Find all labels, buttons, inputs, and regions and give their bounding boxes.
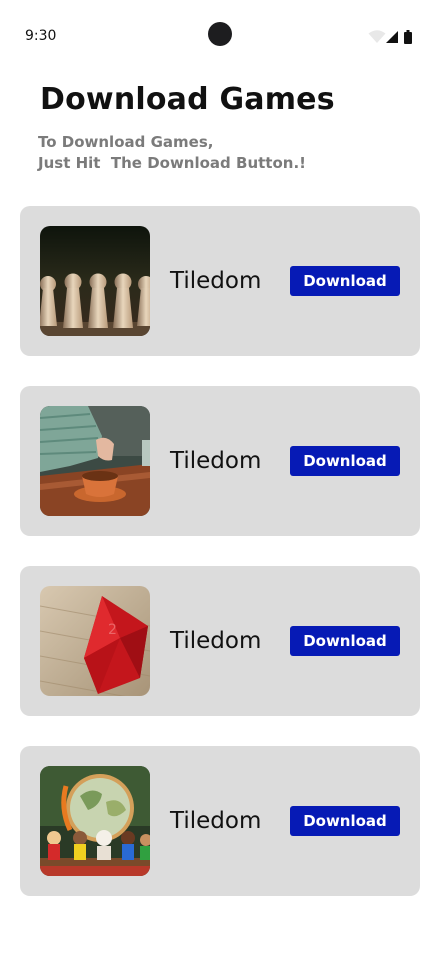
subtitle-line-1: To Download Games, [38,133,214,151]
game-card: Tiledom Download [20,746,420,896]
status-time: 9:30 [25,28,57,44]
page-title: Download Games [40,82,335,117]
wooden-pawns-image [40,226,150,336]
download-button[interactable]: Download [290,626,400,656]
game-card: Tiledom Download [20,206,420,356]
svg-text:2: 2 [108,622,117,638]
child-tea-cup-image [40,406,150,516]
download-button[interactable]: Download [290,806,400,836]
download-button[interactable]: Download [290,266,400,296]
game-name: Tiledom [170,808,262,834]
wifi-icon [368,30,386,43]
game-card: Tiledom Download [20,386,420,536]
battery-icon [404,30,412,44]
game-name: Tiledom [170,628,262,654]
status-icons [368,30,416,46]
red-dice-image: 2 [40,586,150,696]
globe-figurines-image [40,766,150,876]
game-name: Tiledom [170,268,262,294]
download-button[interactable]: Download [290,446,400,476]
signal-icon [386,31,398,43]
game-card: 2 Tiledom Download [20,566,420,716]
front-camera [208,22,232,46]
subtitle-line-2: Just Hit The Download Button.! [38,154,306,172]
status-bar: 9:30 [0,0,440,70]
page-subtitle: To Download Games, Just Hit The Download… [38,132,418,174]
game-name: Tiledom [170,448,262,474]
